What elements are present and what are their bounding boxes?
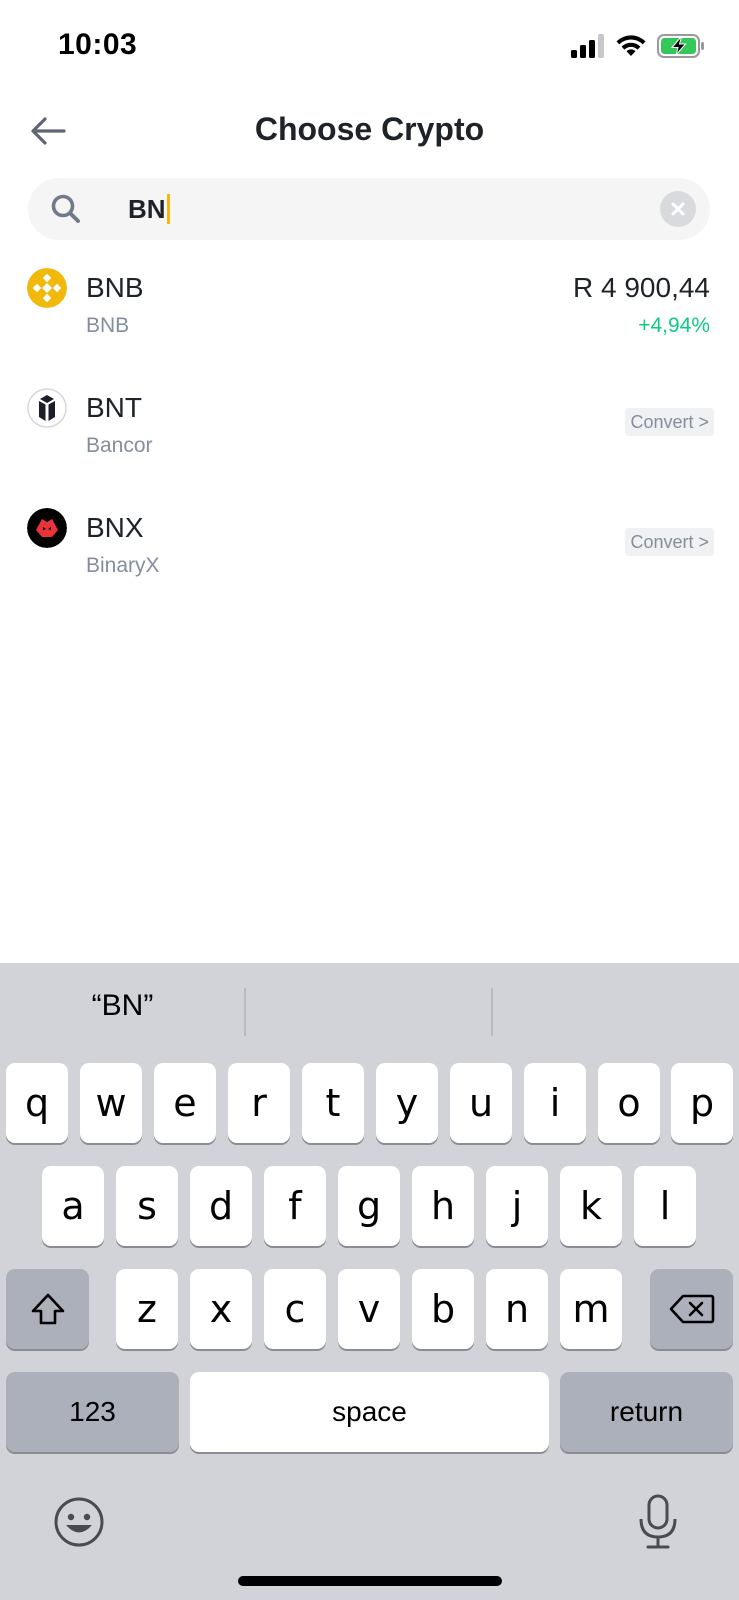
key-k[interactable]: k [560, 1166, 622, 1246]
coin-symbol: BNX [86, 512, 144, 543]
key-d[interactable]: d [190, 1166, 252, 1246]
status-icons [571, 34, 705, 58]
key-p[interactable]: p [671, 1063, 733, 1143]
coin-change: +4,94% [638, 314, 710, 337]
key-e[interactable]: e [154, 1063, 216, 1143]
coin-name: BinaryX [86, 554, 160, 577]
key-m[interactable]: m [560, 1269, 622, 1349]
binaryx-logo [27, 508, 67, 548]
search-icon [51, 194, 80, 223]
page-title: Choose Crypto [254, 111, 485, 147]
key-q[interactable]: q [6, 1063, 68, 1143]
cellular-signal-icon [571, 34, 604, 58]
suggestion-bar: “BN” [0, 963, 739, 1053]
key-a[interactable]: a [42, 1166, 104, 1246]
key-x[interactable]: x [190, 1269, 252, 1349]
key-z[interactable]: z [116, 1269, 178, 1349]
key-b[interactable]: b [412, 1269, 474, 1349]
search-box[interactable]: BN [28, 178, 710, 240]
key-w[interactable]: w [80, 1063, 142, 1143]
coin-row-bnx[interactable]: BNX BinaryX Convert > [0, 492, 739, 602]
key-t[interactable]: t [302, 1063, 364, 1143]
status-time: 10:03 [58, 28, 138, 61]
key-v[interactable]: v [338, 1269, 400, 1349]
header: Choose Crypto [0, 95, 739, 167]
clear-search-button[interactable] [660, 191, 696, 227]
coin-symbol: BNB [86, 272, 144, 303]
key-s[interactable]: s [116, 1166, 178, 1246]
shift-icon [31, 1293, 64, 1325]
key-y[interactable]: y [376, 1063, 438, 1143]
numbers-key[interactable]: 123 [6, 1372, 179, 1452]
key-j[interactable]: j [486, 1166, 548, 1246]
keyboard: “BN” q w e r t y u i o p a s d f g h j k… [0, 963, 739, 1600]
suggestion-1[interactable]: “BN” [0, 989, 245, 1029]
coin-symbol: BNT [86, 392, 142, 423]
battery-charging-icon [657, 34, 704, 58]
key-f[interactable]: f [264, 1166, 326, 1246]
suggestion-3[interactable] [493, 989, 739, 1029]
status-bar: 10:03 [0, 0, 739, 95]
bnb-logo [27, 268, 67, 308]
convert-button[interactable]: Convert > [625, 528, 714, 556]
key-i[interactable]: i [524, 1063, 586, 1143]
key-g[interactable]: g [338, 1166, 400, 1246]
suggestion-2[interactable] [246, 989, 491, 1029]
coin-row-bnt[interactable]: BNT Bancor Convert > [0, 372, 739, 482]
convert-button[interactable]: Convert > [625, 408, 714, 436]
bancor-logo [27, 388, 67, 428]
coin-name: BNB [86, 314, 130, 337]
home-indicator [238, 1576, 502, 1586]
microphone-icon[interactable] [636, 1493, 680, 1551]
shift-key[interactable] [6, 1269, 89, 1349]
search-input-value: BN [128, 193, 166, 224]
key-u[interactable]: u [450, 1063, 512, 1143]
clear-icon [671, 202, 685, 216]
return-key[interactable]: return [560, 1372, 733, 1452]
key-n[interactable]: n [486, 1269, 548, 1349]
backspace-key[interactable] [650, 1269, 733, 1349]
key-o[interactable]: o [598, 1063, 660, 1143]
key-h[interactable]: h [412, 1166, 474, 1246]
coin-row-bnb[interactable]: BNB BNB R 4 900,44 +4,94% [0, 252, 739, 362]
key-r[interactable]: r [228, 1063, 290, 1143]
space-key[interactable]: space [190, 1372, 549, 1452]
search-input[interactable]: BN [128, 192, 170, 226]
backspace-icon [669, 1294, 714, 1324]
key-l[interactable]: l [634, 1166, 696, 1246]
key-c[interactable]: c [264, 1269, 326, 1349]
text-caret [166, 194, 170, 224]
emoji-icon[interactable] [53, 1496, 105, 1548]
wifi-icon [616, 35, 646, 56]
coin-name: Bancor [86, 434, 153, 457]
coin-price: R 4 900,44 [573, 272, 710, 303]
